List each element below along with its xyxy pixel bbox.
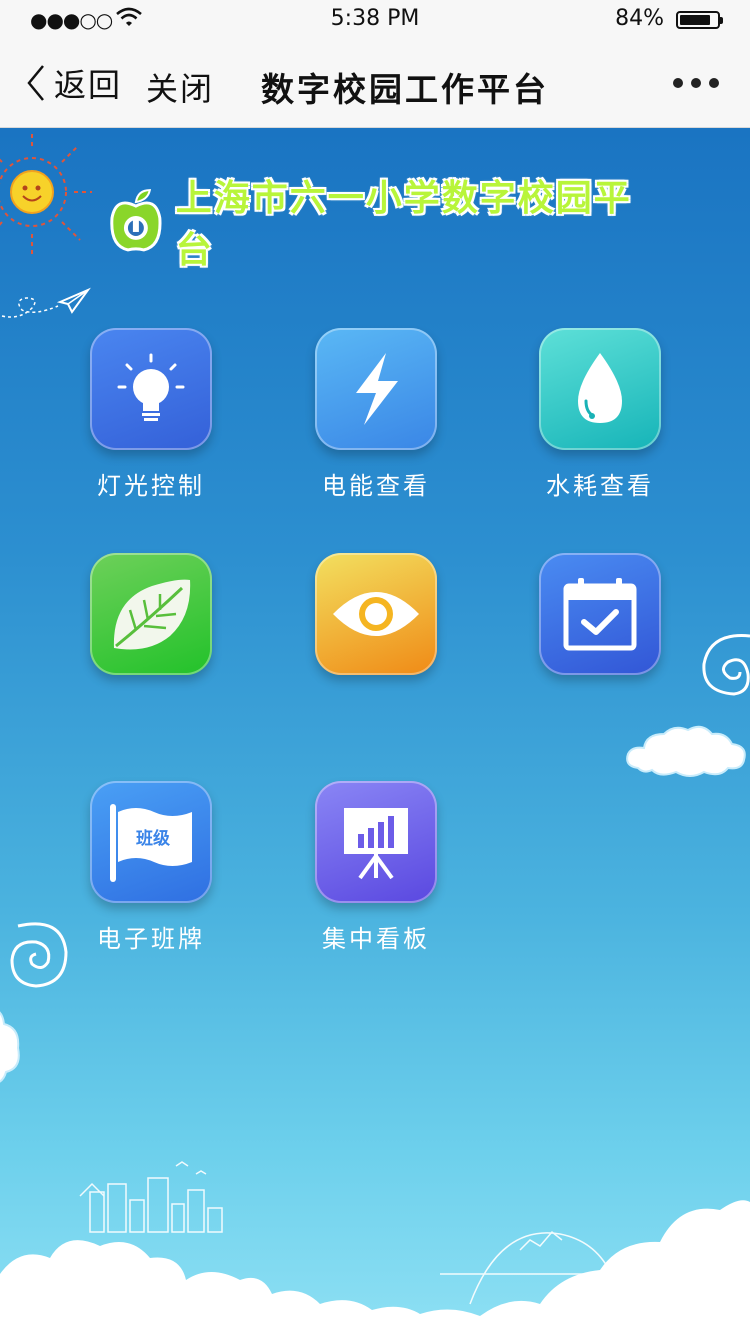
more-dots-icon[interactable] [670, 70, 722, 96]
tile-class-board[interactable]: 班级 电子班牌 [66, 781, 236, 954]
tile-label: 电子班牌 [97, 925, 205, 953]
nav-bar: 返回 关闭 数字校园工作平台 [0, 40, 750, 128]
flag-text: 班级 [136, 828, 170, 849]
tile-label: 灯光控制 [97, 472, 205, 500]
presentation-board-icon [344, 808, 408, 880]
status-bar: ●●●○○ 5:38 PM 84% [0, 0, 750, 40]
banner-title: 上海市六一小学数字校园平台 [175, 178, 632, 271]
eye-icon [333, 592, 419, 636]
school-banner: 上海市六一小学数字校园平台 [108, 178, 668, 271]
screen: ●●●○○ 5:38 PM 84% 返回 关闭 数字校园工作平台 上海市六一小学… [0, 0, 750, 1334]
paper-plane-decoration-icon [1, 287, 91, 318]
dashboard-area: 上海市六一小学数字校园平台 灯光控制 电能查看 水耗查看 班级 电子班牌 集中看… [0, 128, 750, 1334]
battery-percent: 84% [615, 6, 664, 31]
tile-calendar[interactable] [515, 553, 685, 691]
tile-dashboard-board[interactable]: 集中看板 [291, 781, 461, 954]
class-flag-icon: 班级 [110, 804, 192, 882]
swirl-decoration-icon [10, 922, 68, 988]
battery-icon [676, 11, 723, 29]
cloud-decoration-icon [0, 1011, 20, 1083]
page-title: 数字校园工作平台 [261, 70, 549, 109]
lightbulb-icon [117, 353, 185, 421]
city-clouds-decoration-icon [0, 1161, 750, 1334]
leaf-icon [113, 579, 191, 650]
tile-label: 水耗查看 [546, 472, 654, 500]
calendar-check-icon [563, 578, 637, 651]
cloud-decoration-icon [626, 725, 746, 777]
tile-label: 集中看板 [322, 925, 430, 953]
tile-eye[interactable] [291, 553, 461, 691]
sun-decoration-icon [0, 134, 92, 254]
apple-logo-icon [110, 189, 162, 252]
tile-leaf[interactable] [66, 553, 236, 691]
tile-power-view[interactable]: 电能查看 [291, 328, 461, 501]
tile-water-view[interactable]: 水耗查看 [515, 328, 685, 501]
water-drop-icon [578, 353, 622, 423]
lightning-icon [356, 353, 398, 425]
tile-light-control[interactable]: 灯光控制 [66, 328, 236, 501]
tile-label: 电能查看 [322, 472, 430, 500]
swirl-decoration-icon [702, 634, 750, 696]
